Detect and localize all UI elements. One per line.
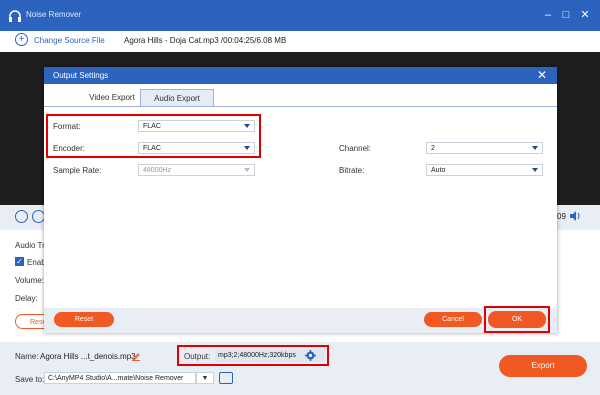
file-info: Agora Hills - Doja Cat.mp3 /00:04:25/6.0… <box>124 36 287 45</box>
chevron-down-icon <box>244 124 250 128</box>
headphones-icon <box>9 10 21 22</box>
folder-icon[interactable] <box>219 372 233 384</box>
app-title: Noise Remover <box>26 10 82 19</box>
add-icon[interactable]: + <box>15 33 28 46</box>
volume-icon[interactable] <box>569 210 581 222</box>
encoder-select[interactable]: FLAC <box>138 142 255 154</box>
bitrate-select[interactable]: Auto <box>426 164 543 176</box>
chevron-down-icon <box>532 168 538 172</box>
enable-checkbox[interactable]: ✓ <box>15 257 24 266</box>
dialog-title: Output Settings <box>53 71 109 80</box>
dialog-close-icon[interactable]: ✕ <box>535 68 549 82</box>
close-icon[interactable]: ✕ <box>578 8 592 22</box>
export-button[interactable]: Export <box>499 355 587 377</box>
format-value: FLAC <box>143 123 161 130</box>
change-source-button[interactable]: Change Source File <box>34 36 105 45</box>
name-value: Agora Hills ...t_denois.mp3 <box>40 352 136 361</box>
channel-select[interactable]: 2 <box>426 142 543 154</box>
channel-label: Channel: <box>339 144 372 153</box>
bitrate-label: Bitrate: <box>339 166 365 175</box>
save-to-label: Save to: <box>15 375 45 384</box>
chevron-down-icon <box>244 146 250 150</box>
encoder-value: FLAC <box>143 145 161 152</box>
sample-rate-select: 48000Hz <box>138 164 255 176</box>
dialog-title-bar <box>44 67 557 84</box>
ok-button[interactable]: OK <box>488 311 546 328</box>
tab-audio-export[interactable]: Audio Export <box>140 89 214 106</box>
sample-rate-value: 48000Hz <box>143 167 172 174</box>
chevron-down-icon[interactable]: ▼ <box>196 372 214 384</box>
tab-divider <box>44 106 557 107</box>
format-label: Format: <box>53 122 81 131</box>
reset-button[interactable]: Reset <box>54 312 114 327</box>
chevron-down-icon <box>244 168 250 172</box>
cancel-button[interactable]: Cancel <box>424 312 482 327</box>
save-to-path[interactable]: C:\AnyMP4 Studio\A...mate\Noise Remover <box>44 372 196 384</box>
volume-label: Volume: <box>15 276 44 285</box>
channel-value: 2 <box>431 145 435 152</box>
minimize-icon[interactable]: – <box>541 8 555 22</box>
format-select[interactable]: FLAC <box>138 120 255 132</box>
edit-icon[interactable] <box>131 351 141 361</box>
maximize-icon[interactable]: □ <box>559 8 573 22</box>
sample-rate-label: Sample Rate: <box>53 166 102 175</box>
time-readout: 09 <box>557 212 566 221</box>
output-label: Output: <box>184 352 211 361</box>
pause-icon[interactable] <box>15 210 28 223</box>
bitrate-value: Auto <box>431 167 446 174</box>
gear-icon[interactable] <box>305 350 316 361</box>
title-bar <box>0 0 600 31</box>
encoder-label: Encoder: <box>53 144 86 153</box>
name-label: Name: <box>15 352 39 361</box>
delay-label: Delay: <box>15 294 38 303</box>
chevron-down-icon <box>532 146 538 150</box>
